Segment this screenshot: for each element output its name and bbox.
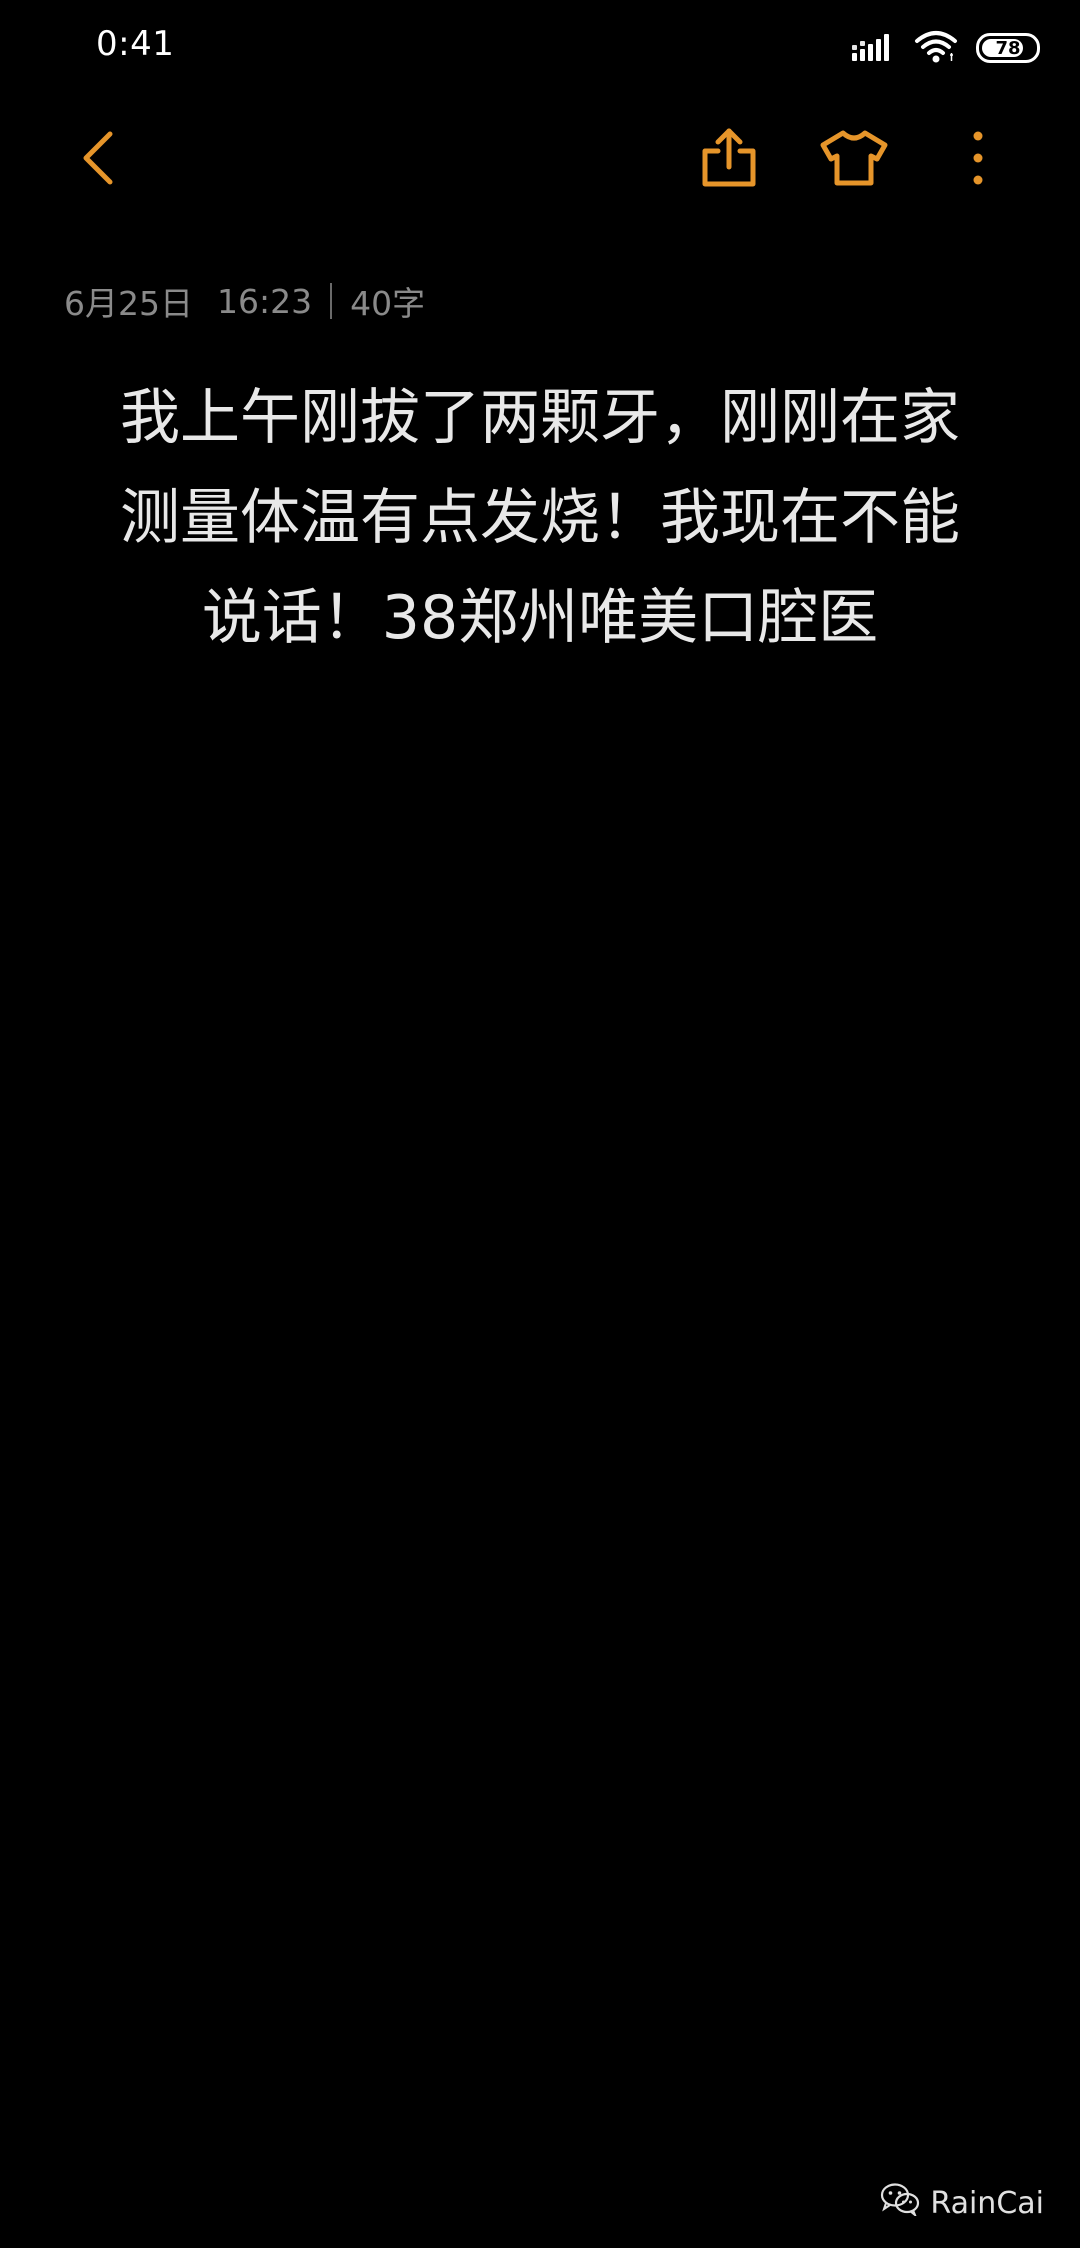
status-time: 0:41: [96, 24, 175, 64]
wifi-icon: [914, 29, 958, 67]
watermark-text: RainCai: [930, 2185, 1044, 2221]
note-date: 6月25日: [64, 284, 193, 323]
note-meta: 6月25日 16:23 40字: [64, 278, 425, 324]
back-arrow-icon: [76, 128, 120, 192]
note-content[interactable]: 我上午刚拔了两颗牙，刚刚在家 测量体温有点发烧！我现在不能 说话！38郑州唯美口…: [56, 368, 1024, 668]
note-toolbar: [0, 110, 1080, 210]
more-vertical-icon: [970, 130, 986, 190]
more-options-button[interactable]: [942, 124, 1014, 196]
tshirt-theme-icon: [819, 129, 889, 191]
theme-button[interactable]: [818, 124, 890, 196]
note-char-count: 40字: [350, 284, 426, 323]
meta-divider: [330, 283, 333, 319]
share-icon: [699, 127, 759, 193]
share-button[interactable]: [693, 124, 765, 196]
battery-level-text: 78: [995, 37, 1021, 59]
wechat-icon: [880, 2182, 920, 2224]
note-time: 16:23: [217, 281, 313, 321]
back-button[interactable]: [62, 124, 134, 196]
battery-icon: 78: [976, 33, 1040, 63]
status-bar: 0:41 78: [0, 0, 1080, 100]
watermark: RainCai: [880, 2182, 1044, 2224]
signal-icon: [852, 31, 896, 65]
status-icons: 78: [852, 28, 1040, 68]
